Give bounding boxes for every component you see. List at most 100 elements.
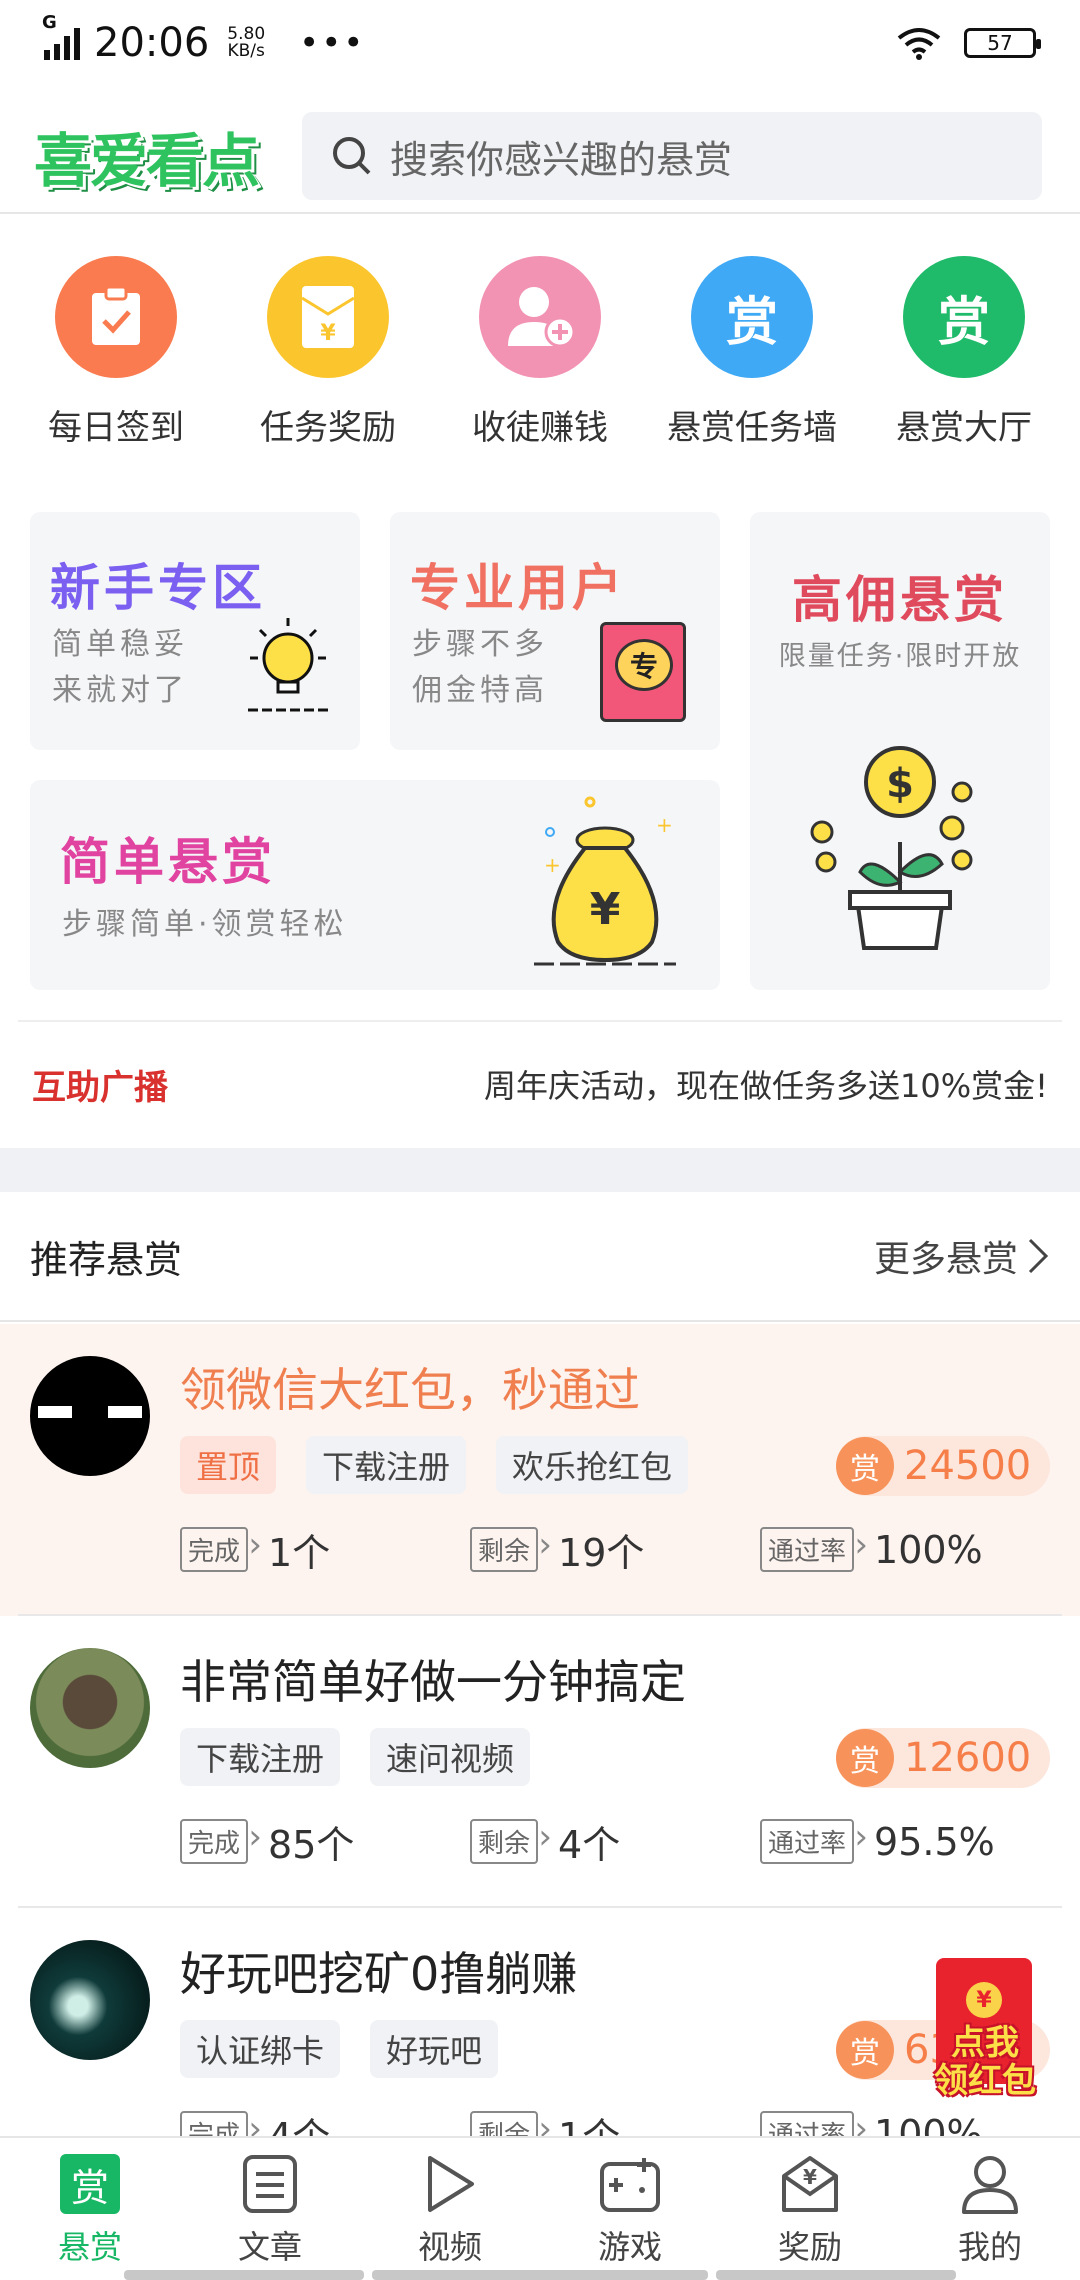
reward-amount: 24500: [904, 1443, 1032, 1489]
list-item[interactable]: 非常简单好做一分钟搞定 下载注册 速问视频 赏 12600 完成85个 剩余4个…: [0, 1616, 1080, 1908]
search-input[interactable]: 搜索你感兴趣的悬赏: [302, 112, 1042, 200]
tag: 好玩吧: [370, 2020, 499, 2078]
broadcast-label: 互助广播: [32, 1067, 168, 1108]
list-item[interactable]: 领微信大红包，秒通过 置顶 下载注册 欢乐抢红包 赏 24500 完成1个 剩余…: [0, 1324, 1080, 1616]
stat-done: 完成1个: [180, 1522, 470, 1577]
gesture-bar: [716, 2270, 956, 2280]
article-icon: [238, 2152, 302, 2216]
more-rewards-label: 更多悬赏: [873, 1239, 1018, 1280]
tag: 下载注册: [306, 1436, 467, 1494]
svg-text:+: +: [656, 813, 673, 837]
network-speed: 5.80 KB/s: [227, 26, 265, 60]
status-bar: G 20:06 5.80 KB/s ••• 57: [0, 0, 1080, 86]
lightbulb-icon: [248, 618, 328, 712]
nav-article[interactable]: 文章: [180, 2138, 360, 2280]
reward-amount: 12600: [904, 1735, 1032, 1781]
search-placeholder: 搜索你感兴趣的悬赏: [390, 137, 733, 182]
stat-left: 剩余19个: [470, 1522, 760, 1577]
item-title: 好玩吧挖矿0撸躺赚: [180, 1947, 578, 2001]
banner-line: 简单稳妥: [52, 627, 188, 662]
yen-coin: ¥: [966, 1982, 1002, 2018]
svg-text:¥: ¥: [320, 321, 336, 346]
recommend-title: 推荐悬赏: [30, 1237, 183, 1282]
reward-coin-icon: 赏: [836, 2021, 894, 2079]
quick-link-label: 任务奖励: [260, 408, 396, 448]
quick-link-label: 每日签到: [48, 408, 184, 448]
stat-label: 剩余: [470, 1817, 552, 1864]
banner-newbie[interactable]: 新手专区 简单稳妥 来就对了: [30, 512, 360, 750]
banner-title: 专业用户: [410, 559, 626, 617]
stat-label: 通过率: [760, 1525, 868, 1572]
red-packet-line: 点我: [951, 2023, 1019, 2063]
money-plant-icon: $: [810, 746, 973, 950]
battery-level: 57: [987, 31, 1013, 55]
nav-label: 奖励: [777, 2228, 842, 2266]
tag: 认证绑卡: [180, 2020, 341, 2078]
stat-value: 95.5%: [874, 1819, 995, 1864]
banner-line: 步骤不多: [412, 627, 548, 662]
stat-label: 剩余: [470, 1525, 552, 1572]
stat-label: 完成: [180, 1817, 262, 1864]
nav-mine[interactable]: 我的: [900, 2138, 1080, 2280]
more-rewards-link[interactable]: 更多悬赏: [874, 1230, 1050, 1282]
stat-rate: 通过率95.5%: [760, 1814, 1050, 1869]
svg-text:¥: ¥: [803, 2165, 817, 2189]
chevron-right-icon: [1028, 1238, 1049, 1274]
quick-link-label: 收徒赚钱: [472, 408, 608, 448]
app-header: 喜爱看点 搜索你感兴趣的悬赏: [0, 100, 1080, 214]
tag-pinned: 置顶: [180, 1436, 277, 1494]
stat-rate: 通过率100%: [760, 1522, 1050, 1577]
broadcast-bar[interactable]: 互助广播 周年庆活动，现在做任务多送10%赏金!: [18, 1020, 1062, 1146]
item-title: 领微信大红包，秒通过: [180, 1363, 640, 1417]
reward-coin-icon: 赏: [836, 1437, 894, 1495]
nav-label: 悬赏: [57, 2228, 122, 2266]
banner-simple-reward[interactable]: 简单悬赏 步骤简单·领赏轻松 + + ¥: [30, 780, 720, 990]
quick-link-reward-hall[interactable]: 赏 悬赏大厅: [864, 256, 1064, 449]
quick-links: 每日签到 ¥ 任务奖励 收徒赚钱 赏 悬赏任务墙 赏 悬赏大厅: [0, 256, 1080, 449]
avatar: [30, 1356, 150, 1476]
bottom-nav: 赏 悬赏 文章 视频 游戏 ¥ 奖励 我的: [0, 2136, 1080, 2280]
nav-bonus[interactable]: ¥ 奖励: [720, 2138, 900, 2280]
quick-link-label: 悬赏大厅: [896, 408, 1032, 448]
red-packet-float-button[interactable]: ¥ 点我 领红包: [922, 1958, 1048, 2106]
banner-subtitle: 限量任务·限时开放: [778, 641, 1022, 672]
stat-value: 1个: [268, 1531, 331, 1575]
item-title: 非常简单好做一分钟搞定: [180, 1655, 686, 1709]
quick-link-recruit[interactable]: 收徒赚钱: [440, 256, 640, 449]
gesture-bar: [372, 2270, 708, 2280]
nav-game[interactable]: 游戏: [540, 2138, 720, 2280]
red-envelope-yen-icon: ¥: [267, 256, 389, 378]
stat-value: 4个: [558, 1823, 621, 1867]
gamepad-icon: [598, 2152, 662, 2216]
quick-link-label: 悬赏任务墙: [667, 408, 837, 448]
red-packet-line: 领红包: [934, 2061, 1036, 2101]
reward-icon-text: 赏: [60, 2154, 120, 2214]
battery-icon: 57: [964, 28, 1041, 58]
banner-title: 简单悬赏: [60, 833, 276, 891]
play-icon: [418, 2152, 482, 2216]
coin-symbol: ¥: [590, 884, 621, 935]
nav-reward[interactable]: 赏 悬赏: [0, 2138, 180, 2280]
search-icon: [333, 137, 371, 175]
reward-badge-text: 赏: [725, 292, 778, 353]
tag: 速问视频: [370, 1728, 531, 1786]
nav-label: 游戏: [597, 2228, 662, 2266]
section-gap: [0, 1148, 1080, 1192]
broadcast-message: 周年庆活动，现在做任务多送10%赏金!: [484, 1067, 1048, 1105]
quick-link-task-reward[interactable]: ¥ 任务奖励: [228, 256, 428, 449]
reward-badge-icon: 赏: [903, 256, 1025, 378]
banner-high-commission[interactable]: 高佣悬赏 限量任务·限时开放 $: [750, 512, 1050, 990]
speed-unit: KB/s: [227, 41, 265, 61]
tag: 下载注册: [180, 1728, 341, 1786]
stat-value: 85个: [268, 1823, 355, 1867]
more-dots-icon: •••: [299, 23, 366, 63]
app-logo: 喜爱看点: [34, 127, 260, 195]
reward-badge: 赏 12600: [836, 1728, 1050, 1788]
quick-link-task-wall[interactable]: 赏 悬赏任务墙: [652, 256, 852, 449]
banner-pro-user[interactable]: 专业用户 步骤不多 佣金特高 专: [390, 512, 720, 750]
book-badge: 专: [615, 639, 673, 691]
book-icon: 专: [600, 622, 686, 722]
quick-link-daily-checkin[interactable]: 每日签到: [16, 256, 216, 449]
nav-video[interactable]: 视频: [360, 2138, 540, 2280]
banner-title: 新手专区: [50, 559, 266, 617]
